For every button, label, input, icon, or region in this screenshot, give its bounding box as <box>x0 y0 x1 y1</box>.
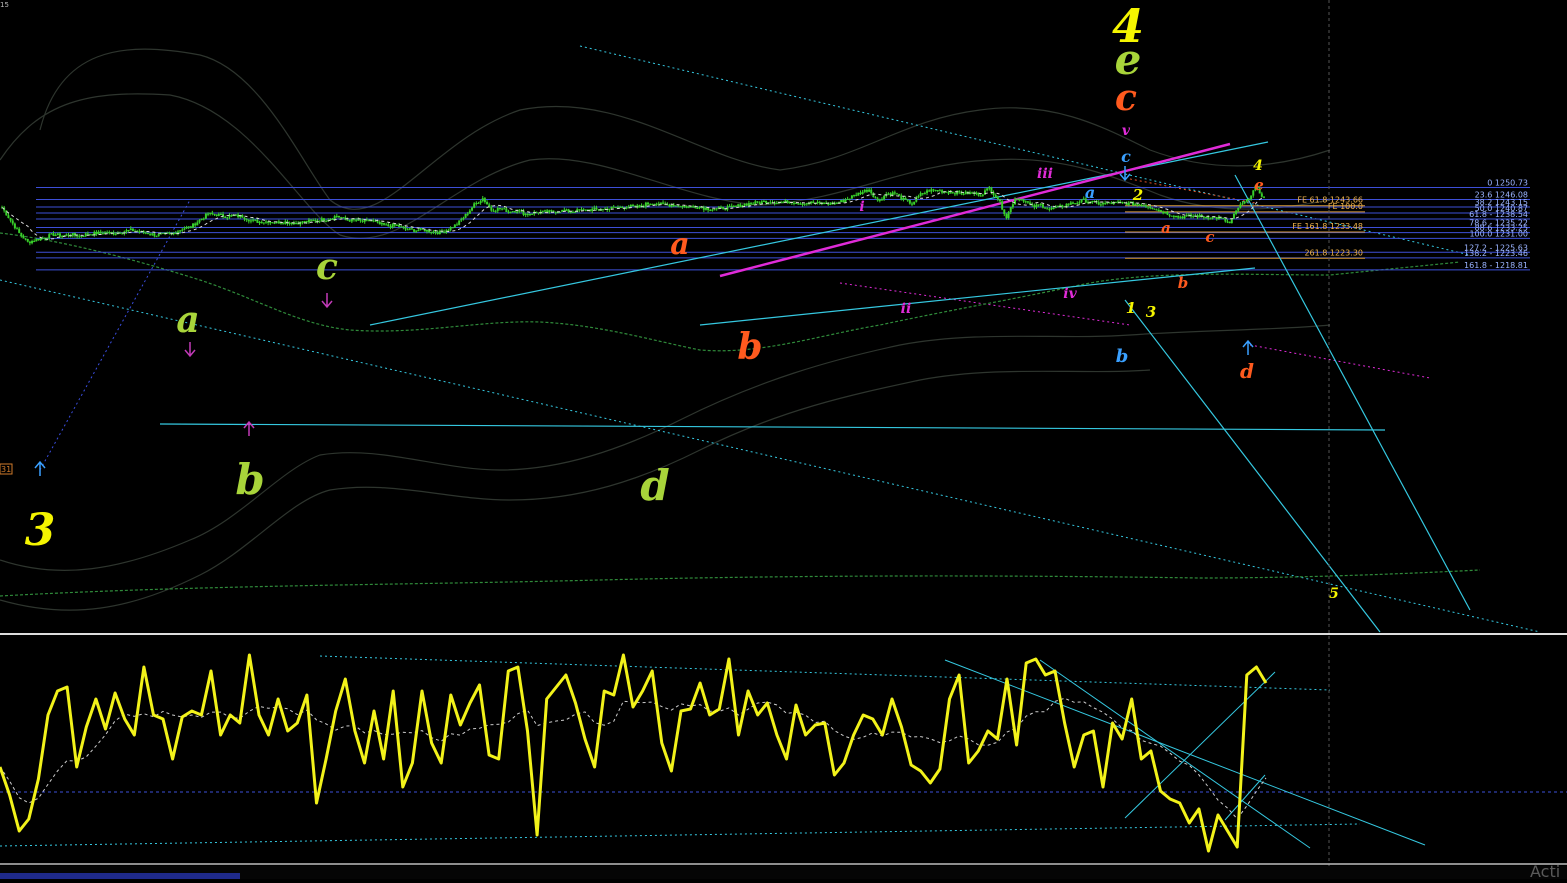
wave-label: c <box>1205 228 1214 246</box>
elliott-wave-chart: 0 1250.7323.6 1246.0838.2 1243.1550.0 12… <box>0 0 1567 881</box>
candle <box>722 206 725 210</box>
wave-label: i <box>859 199 864 215</box>
wave-label: a <box>1161 219 1171 237</box>
fib-label: 138.2 - 1223.46 <box>1464 249 1528 258</box>
candle <box>458 220 461 226</box>
wave-label: 3 <box>25 505 56 556</box>
bottom-strip-accent <box>0 873 240 879</box>
candle <box>713 209 716 211</box>
wave-label: a <box>1085 183 1095 202</box>
candle <box>82 235 85 237</box>
wave-label: ii <box>901 301 912 317</box>
fe-label: 261.8 1223.30 <box>1304 248 1363 257</box>
candle <box>561 209 564 212</box>
wave-label: c <box>1115 77 1137 119</box>
fe-label: FE 100.0 <box>1328 202 1363 211</box>
wave-label: 4 <box>1253 158 1263 174</box>
fib-label: 0 1250.73 <box>1487 179 1528 188</box>
candle <box>464 213 467 219</box>
wave-label: b <box>737 326 762 368</box>
wave-label: 1 <box>1126 299 1136 317</box>
fib-labels: 0 1250.7323.6 1246.0838.2 1243.1550.0 12… <box>1464 179 1528 270</box>
candle <box>192 223 195 229</box>
candle <box>1228 221 1231 224</box>
fe-label: FE 161.8 1233.48 <box>1292 222 1363 231</box>
fib-label: 100.0 1231.00 <box>1469 229 1528 238</box>
wave-label: d <box>1240 359 1254 383</box>
wave-label: c <box>316 246 338 288</box>
wave-label: b <box>1178 274 1189 292</box>
corner-tag: 15 <box>0 1 9 9</box>
left-price-tag: 31 <box>0 463 13 475</box>
watermark: Acti <box>1530 862 1560 879</box>
wave-label: v <box>1122 123 1131 139</box>
candle <box>857 192 860 196</box>
wave-label: c <box>1121 147 1131 166</box>
candle <box>614 206 617 209</box>
fib-label: 161.8 - 1218.81 <box>1464 261 1528 270</box>
wave-label: b <box>1116 346 1129 367</box>
chart-background <box>0 0 1567 879</box>
wave-label: b <box>235 455 264 504</box>
wave-label: 3 <box>1146 303 1156 321</box>
wave-label: e <box>1254 176 1264 194</box>
candle <box>131 228 134 232</box>
wave-label: 2 <box>1132 186 1143 204</box>
candle <box>419 227 422 231</box>
wave-label: a <box>176 299 199 341</box>
candle <box>161 232 164 234</box>
candle <box>453 224 456 228</box>
candle <box>674 205 677 207</box>
chart-root: 0 1250.73 23.6 1246.08 38.2 1243.15 50.0 12… <box>0 0 1567 881</box>
candle <box>303 220 306 223</box>
wave-label: d <box>640 461 669 510</box>
wave-label: a <box>670 227 689 262</box>
wave-label: iv <box>1063 286 1077 302</box>
wave-label: 5 <box>1329 586 1339 602</box>
wave-label: iii <box>1037 166 1053 182</box>
left-price-tag-text: 31 <box>1 465 11 474</box>
candle <box>659 202 662 205</box>
candle <box>1170 215 1173 217</box>
